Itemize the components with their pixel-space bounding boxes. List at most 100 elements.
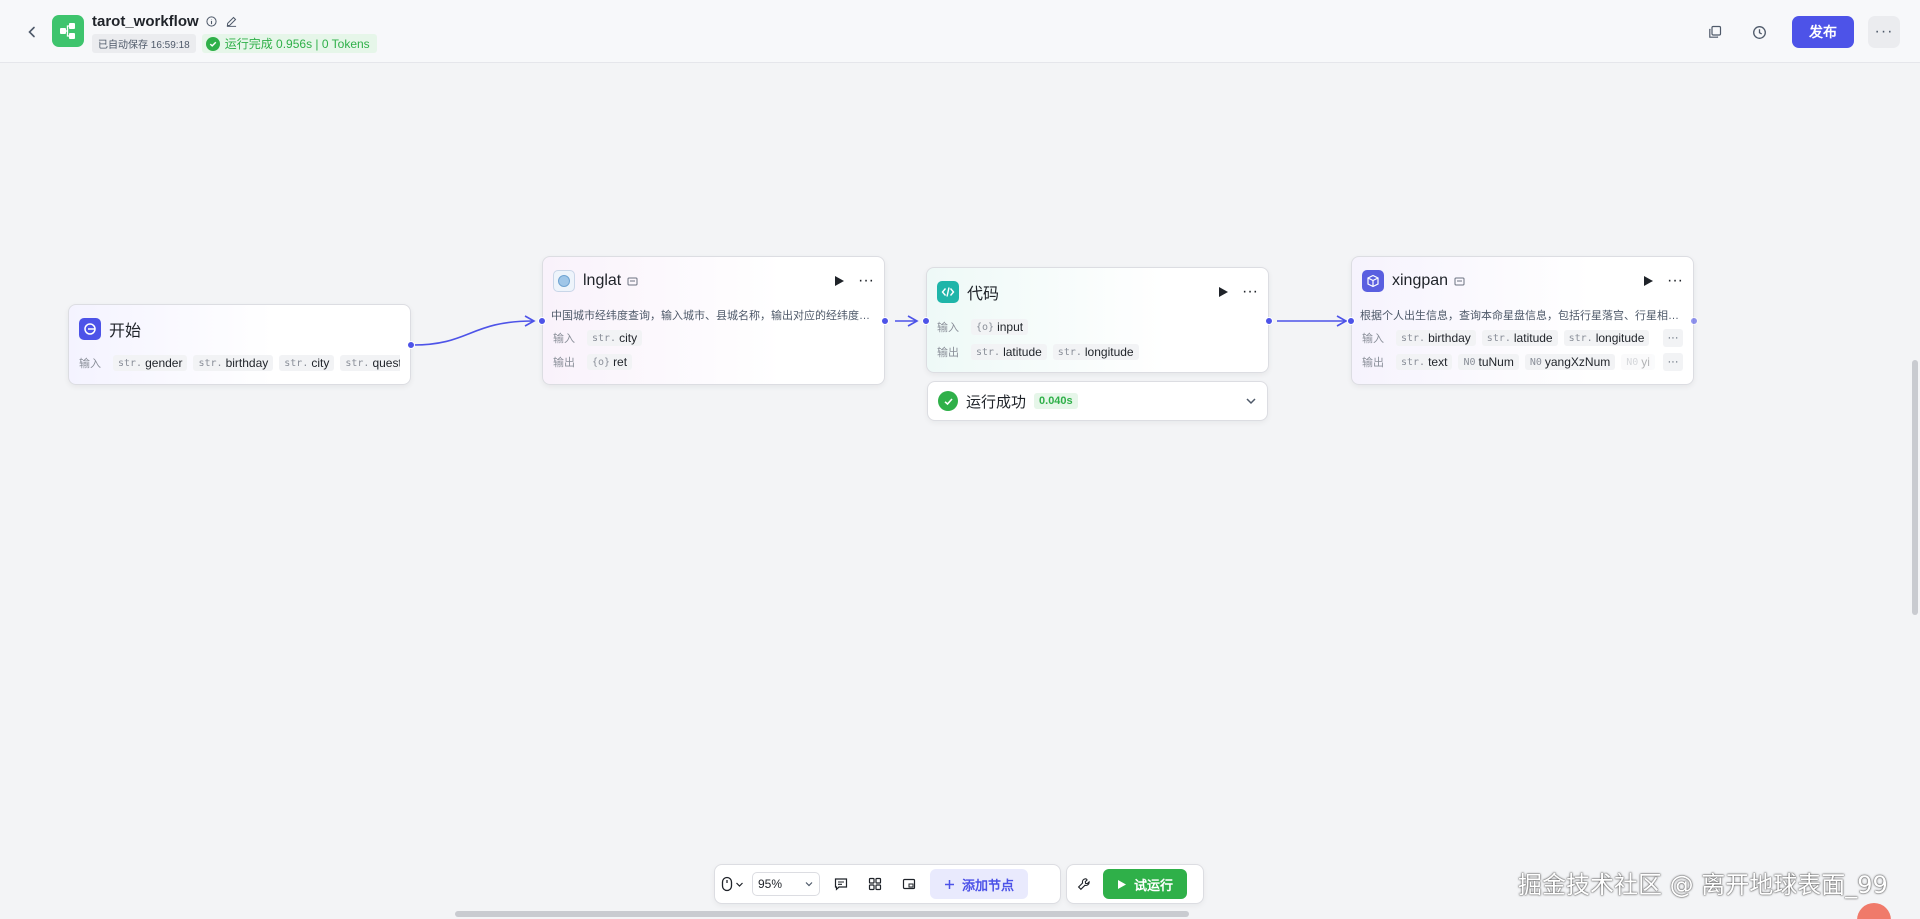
node-lnglat[interactable]: lnglat ··· 中国城市经纬度查询，输入城市、县城名称，输出对应的经纬度信…	[538, 256, 889, 385]
history-button[interactable]	[1744, 17, 1774, 47]
var-tag: str. birthday	[193, 355, 274, 371]
plugin-cube-icon	[1362, 270, 1384, 292]
var-tag: N0 yangXzNum	[1524, 354, 1616, 370]
play-icon	[1643, 276, 1653, 286]
comment-icon	[834, 878, 848, 891]
run-node-button[interactable]	[1216, 285, 1230, 299]
var-tag: str. longitude	[1563, 330, 1650, 346]
var-tag: str.question	[340, 355, 400, 371]
copy-button[interactable]	[1700, 17, 1730, 47]
vertical-scrollbar[interactable]	[1912, 360, 1918, 615]
ellipsis-icon: ···	[1874, 23, 1894, 40]
run-result-panel[interactable]: 运行成功 0.040s	[927, 381, 1268, 421]
node-description: 中国城市经纬度查询，输入城市、县城名称，输出对应的经纬度信息	[551, 310, 874, 322]
run-status-badge: 运行完成 0.956s | 0 Tokens	[201, 34, 377, 53]
input-label: 输入	[937, 322, 959, 334]
zoom-select[interactable]: 95%	[752, 872, 820, 896]
add-node-button[interactable]: 添加节点	[930, 869, 1029, 899]
output-port[interactable]	[1265, 317, 1273, 325]
node-code[interactable]: 代码 ··· 输入 {o} input 输出 str. latitude str. l…	[922, 267, 1273, 373]
minimap-button[interactable]	[896, 871, 922, 897]
node-more-button[interactable]: ···	[858, 273, 874, 289]
comment-button[interactable]	[828, 871, 854, 897]
show-more-vars-button[interactable]: ···	[1663, 329, 1683, 347]
run-result-time: 0.040s	[1034, 393, 1078, 409]
chevron-left-icon	[28, 26, 35, 38]
add-node-label: 添加节点	[962, 877, 1015, 893]
interaction-mode-select[interactable]	[721, 876, 744, 892]
play-icon	[1118, 879, 1126, 889]
run-node-button[interactable]	[832, 274, 846, 288]
output-label: 输出	[1362, 357, 1384, 369]
plugin-tag-icon	[627, 275, 639, 287]
run-result-text: 运行成功	[966, 393, 1027, 411]
history-icon	[1752, 25, 1766, 39]
watermark: 掘金技术社区 @ 离开地球表面_99	[1518, 871, 1888, 899]
output-label: 输出	[937, 347, 959, 359]
node-title: lnglat	[583, 272, 622, 289]
var-tag: {o} input	[971, 319, 1029, 335]
run-node-button[interactable]	[1641, 274, 1655, 288]
output-label: 输出	[553, 357, 575, 369]
minimap-icon	[902, 878, 916, 890]
play-icon	[1218, 287, 1228, 297]
mouse-icon	[721, 876, 733, 892]
publish-button[interactable]: 发布	[1792, 16, 1854, 48]
node-start[interactable]: 开始 输入 str. gender str. birthday str. city s…	[68, 304, 415, 385]
var-tag: N0 tuNum	[1458, 354, 1519, 370]
var-tag: str. text	[1396, 354, 1453, 370]
var-tag: N0 yi	[1621, 354, 1655, 370]
back-button[interactable]	[22, 22, 42, 42]
zoom-value: 95%	[758, 877, 783, 891]
chevron-down-icon	[736, 882, 743, 887]
var-tag: str. longitude	[1052, 344, 1139, 360]
autosave-label: 已自动保存 16:59:18	[92, 34, 196, 53]
node-title: xingpan	[1392, 272, 1449, 289]
grid-layout-icon	[868, 877, 882, 891]
code-icon	[937, 281, 959, 303]
horizontal-scrollbar[interactable]	[455, 911, 1189, 917]
plugin-globe-icon	[553, 270, 575, 292]
check-circle-icon	[205, 36, 220, 51]
input-port[interactable]	[538, 317, 546, 325]
node-title: 代码	[967, 286, 1000, 303]
info-icon[interactable]	[205, 15, 219, 29]
var-tag: str. birthday	[1396, 330, 1476, 346]
copy-icon	[1709, 25, 1722, 38]
input-port[interactable]	[1347, 317, 1355, 325]
auto-layout-button[interactable]	[862, 871, 888, 897]
input-label: 输入	[553, 333, 575, 345]
var-tag: str. gender	[113, 355, 188, 371]
var-tag: str. latitude	[1481, 330, 1558, 346]
input-label: 输入	[1362, 333, 1384, 345]
wrench-icon	[1077, 878, 1090, 891]
workflow-icon	[52, 15, 84, 47]
top-bar: tarot_workflow 已自动保存 16:59:18 运行完成 0.956…	[0, 0, 1920, 63]
node-description: 根据个人出生信息，查询本命星盘信息，包括行星落宫、行星相位等	[1360, 310, 1683, 322]
var-tag: {o} ret	[587, 354, 633, 370]
output-port[interactable]	[407, 341, 415, 349]
input-port[interactable]	[922, 317, 930, 325]
chevron-down-icon[interactable]	[1245, 395, 1257, 407]
app-title: tarot_workflow	[92, 13, 199, 30]
var-tag: str. latitude	[971, 344, 1047, 360]
node-more-button[interactable]: ···	[1667, 273, 1683, 289]
workflow-canvas[interactable]	[0, 64, 1920, 919]
node-title: 开始	[109, 323, 142, 340]
var-tag: str. city	[279, 355, 335, 371]
output-port[interactable]	[881, 317, 889, 325]
canvas-toolbar: 95% 添加节点	[714, 864, 1061, 904]
test-run-button[interactable]: 试运行	[1103, 869, 1188, 899]
check-circle-icon	[938, 391, 958, 411]
node-xingpan[interactable]: xingpan ··· 根据个人出生信息，查询本命星盘信息，包括行星落宫、行星相…	[1347, 256, 1698, 385]
more-options-button[interactable]: ···	[1868, 16, 1900, 48]
node-more-button[interactable]: ···	[1242, 284, 1258, 300]
test-run-label: 试运行	[1134, 877, 1174, 893]
plus-icon	[945, 879, 954, 889]
run-toolbar: 试运行	[1066, 864, 1204, 904]
show-more-vars-button[interactable]: ···	[1663, 353, 1683, 371]
plugin-tag-icon	[1454, 275, 1466, 287]
edit-icon[interactable]	[225, 15, 239, 29]
debug-tools-button[interactable]	[1071, 871, 1097, 897]
output-port[interactable]	[1690, 317, 1698, 325]
